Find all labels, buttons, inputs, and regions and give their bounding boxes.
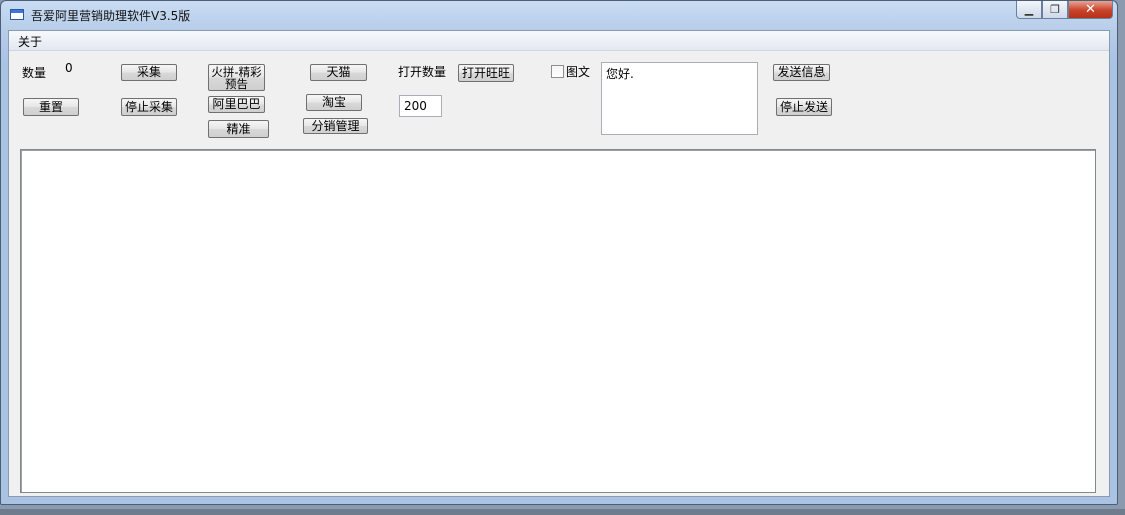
menu-bar: 关于 <box>9 31 1109 51</box>
open-count-label: 打开数量 <box>398 65 447 79</box>
minimize-button[interactable]: ▁ <box>1016 1 1042 19</box>
desktop-background <box>0 509 1125 515</box>
alibaba-button[interactable]: 阿里巴巴 <box>208 96 265 113</box>
maximize-button[interactable]: ❐ <box>1042 1 1068 19</box>
huopin-label-line1: 火拼-精彩 <box>211 64 262 79</box>
huopin-label-line2: 预告 <box>225 76 248 91</box>
count-label: 数量 <box>22 66 47 80</box>
window-app-icon <box>10 9 24 20</box>
app-window: 吾爱阿里营销助理软件V3.5版 ▁ ❐ ✕ 关于 数量 0 采集 重置 停止采集… <box>0 0 1118 505</box>
close-button[interactable]: ✕ <box>1068 1 1113 19</box>
message-textarea[interactable]: 您好. <box>601 62 758 135</box>
count-value: 0 <box>65 61 73 75</box>
client-area: 关于 数量 0 采集 重置 停止采集 火拼-精彩 预告 阿里巴巴 精准 天猫 淘… <box>8 30 1110 497</box>
stop-send-button[interactable]: 停止发送 <box>776 98 832 116</box>
stop-collect-button[interactable]: 停止采集 <box>121 98 177 116</box>
message-text: 您好. <box>606 67 634 81</box>
close-icon: ✕ <box>1085 2 1096 17</box>
open-wangwang-button[interactable]: 打开旺旺 <box>458 64 514 82</box>
distribution-management-button[interactable]: 分销管理 <box>303 118 368 134</box>
tmall-button[interactable]: 天猫 <box>310 64 367 81</box>
output-textarea[interactable] <box>20 149 1096 493</box>
huopin-preview-button[interactable]: 火拼-精彩 预告 <box>208 64 265 91</box>
image-text-checkbox[interactable] <box>551 65 564 78</box>
menu-about[interactable]: 关于 <box>16 33 44 50</box>
minimize-icon: ▁ <box>1024 3 1034 16</box>
taobao-button[interactable]: 淘宝 <box>306 94 362 111</box>
window-controls: ▁ ❐ ✕ <box>1016 1 1113 19</box>
reset-button[interactable]: 重置 <box>23 98 79 116</box>
title-bar[interactable]: 吾爱阿里营销助理软件V3.5版 ▁ ❐ ✕ <box>1 1 1117 29</box>
precise-button[interactable]: 精准 <box>208 120 269 138</box>
collect-button[interactable]: 采集 <box>121 64 177 81</box>
send-message-button[interactable]: 发送信息 <box>773 64 830 81</box>
window-title: 吾爱阿里营销助理软件V3.5版 <box>31 9 191 23</box>
open-count-input[interactable] <box>399 95 442 117</box>
image-text-label: 图文 <box>566 65 591 79</box>
restore-icon: ❐ <box>1050 3 1060 16</box>
